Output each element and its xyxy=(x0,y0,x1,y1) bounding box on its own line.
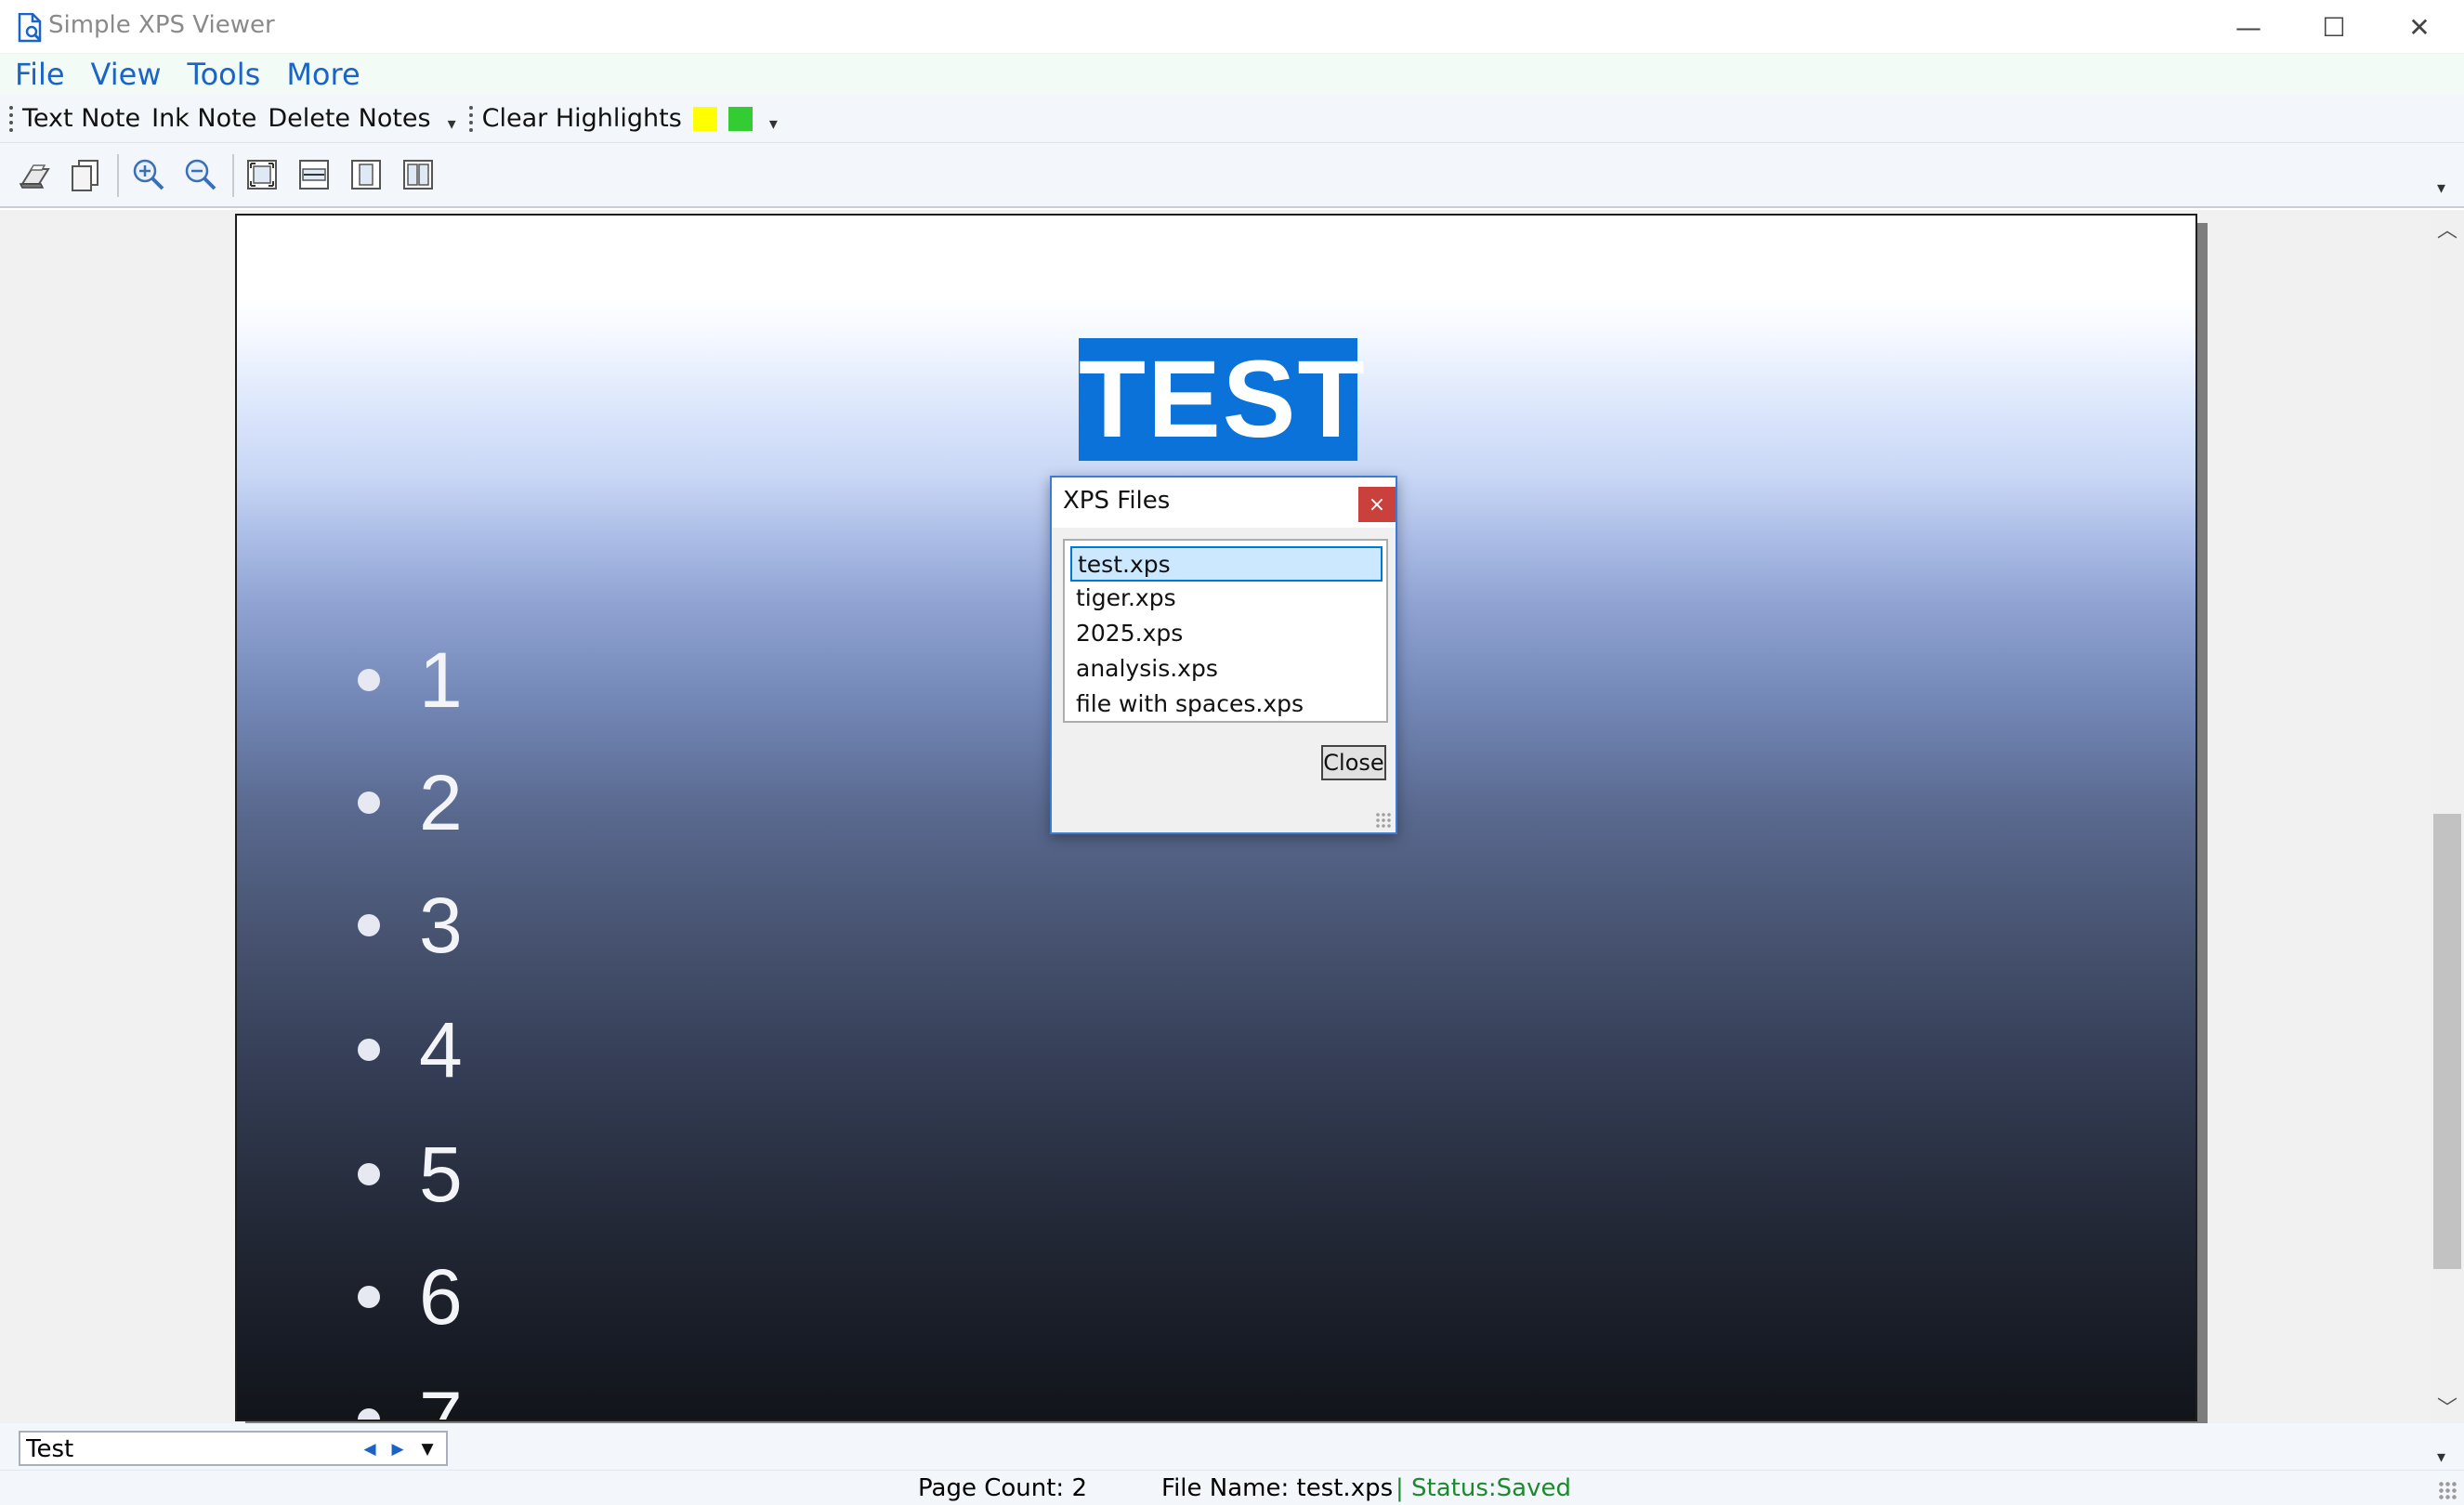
search-input[interactable] xyxy=(26,1434,360,1464)
file-list-item[interactable]: file with spaces.xps xyxy=(1070,687,1383,723)
file-list-item[interactable]: 2025.xps xyxy=(1070,617,1383,652)
bullet-icon xyxy=(358,669,380,691)
xps-files-dialog: XPS Files × test.xps tiger.xps 2025.xps … xyxy=(1050,476,1397,834)
status-bar: Page Count: 2 File Name: test.xps | Stat… xyxy=(0,1470,2464,1505)
bullet-text: 6 xyxy=(419,1252,463,1341)
file-list-item[interactable]: analysis.xps xyxy=(1070,652,1383,687)
view-toolbar: ▾ xyxy=(0,143,2464,208)
search-toolbar: ◀ ▶ ▼ ▾ xyxy=(0,1423,2464,1470)
toolbar-overflow-icon[interactable]: ▾ xyxy=(2437,1447,2445,1467)
resize-grip-icon[interactable] xyxy=(1375,812,1392,829)
print-icon[interactable] xyxy=(17,156,54,193)
text-note-button[interactable]: Text Note xyxy=(22,104,140,133)
yellow-highlight-button[interactable] xyxy=(692,106,717,131)
document-search-icon xyxy=(18,13,42,43)
bullet-item: 1 xyxy=(358,624,463,736)
green-highlight-button[interactable] xyxy=(727,106,753,131)
window-title: Simple XPS Viewer xyxy=(48,11,275,39)
bullet-item: 5 xyxy=(358,1119,463,1230)
bullet-item: 3 xyxy=(358,870,463,981)
file-list[interactable]: test.xps tiger.xps 2025.xps analysis.xps… xyxy=(1063,539,1388,723)
document-title: TEST xyxy=(1079,338,1367,461)
dialog-close-icon[interactable]: × xyxy=(1358,487,1396,522)
save-status: | Status:Saved xyxy=(1396,1474,1571,1502)
scroll-up-icon[interactable]: ︿ xyxy=(2431,214,2464,242)
scrollbar-thumb[interactable] xyxy=(2433,814,2461,1269)
scroll-down-icon[interactable]: ﹀ xyxy=(2431,1392,2464,1420)
menu-bar: File View Tools More xyxy=(0,54,2464,95)
bullet-text: 3 xyxy=(419,881,463,969)
bullet-item: 4 xyxy=(358,994,463,1106)
bullet-text: 2 xyxy=(419,758,463,846)
zoom-out-icon[interactable] xyxy=(182,156,219,193)
maximize-button[interactable]: ☐ xyxy=(2291,0,2377,54)
file-list-item[interactable]: tiger.xps xyxy=(1070,582,1383,617)
bullet-item: 2 xyxy=(358,747,463,858)
toolbar-overflow-icon[interactable]: ▾ xyxy=(448,114,456,134)
dialog-title: XPS Files xyxy=(1063,487,1171,515)
close-window-button[interactable]: ✕ xyxy=(2377,0,2462,54)
search-previous-icon[interactable]: ◀ xyxy=(357,1436,383,1462)
menu-file[interactable]: File xyxy=(15,57,65,92)
menu-more[interactable]: More xyxy=(286,57,360,92)
bullet-text: 1 xyxy=(419,635,463,724)
bullet-icon xyxy=(358,792,380,814)
bullet-item: 7 xyxy=(358,1364,463,1421)
title-bar: Simple XPS Viewer — ☐ ✕ xyxy=(0,0,2464,54)
bullet-icon xyxy=(358,1163,380,1185)
bullet-icon xyxy=(358,1408,380,1420)
clear-highlights-button[interactable]: Clear Highlights xyxy=(482,104,682,133)
fit-width-icon[interactable] xyxy=(295,156,333,193)
close-button[interactable]: Close xyxy=(1321,745,1386,780)
toolbar-overflow-icon[interactable]: ▾ xyxy=(769,114,778,134)
bullet-icon xyxy=(358,1039,380,1061)
ink-note-button[interactable]: Ink Note xyxy=(151,104,256,133)
toolbar-grip[interactable] xyxy=(468,105,473,132)
zoom-in-icon[interactable] xyxy=(130,156,167,193)
bullet-text: 7 xyxy=(419,1375,463,1421)
search-box: ◀ ▶ ▼ xyxy=(19,1431,448,1466)
single-page-icon[interactable] xyxy=(347,156,385,193)
resize-grip-icon[interactable] xyxy=(2438,1481,2458,1501)
minimize-button[interactable]: — xyxy=(2206,0,2291,54)
toolbar-grip[interactable] xyxy=(9,105,13,132)
bullet-text: 4 xyxy=(419,1005,463,1093)
bullet-icon xyxy=(358,1286,380,1308)
toolbar-separator xyxy=(232,154,234,197)
copy-icon[interactable] xyxy=(67,156,104,193)
bullet-text: 5 xyxy=(419,1130,463,1218)
bullet-icon xyxy=(358,914,380,936)
dialog-title-bar[interactable]: XPS Files × xyxy=(1052,478,1396,528)
annotation-toolbar: Text Note Ink Note Delete Notes ▾ Clear … xyxy=(0,95,2464,143)
two-page-icon[interactable] xyxy=(400,156,437,193)
fit-page-icon[interactable] xyxy=(243,156,281,193)
delete-notes-button[interactable]: Delete Notes xyxy=(268,104,430,133)
page-count: Page Count: 2 xyxy=(918,1474,1087,1502)
toolbar-overflow-icon[interactable]: ▾ xyxy=(2437,178,2445,198)
menu-view[interactable]: View xyxy=(91,57,162,92)
search-next-icon[interactable]: ▶ xyxy=(385,1436,411,1462)
vertical-scrollbar[interactable]: ︿ ﹀ xyxy=(2431,210,2464,1423)
bullet-item: 6 xyxy=(358,1241,463,1353)
file-name: File Name: test.xps xyxy=(1161,1474,1394,1502)
search-dropdown-icon[interactable]: ▼ xyxy=(414,1436,440,1462)
file-list-item[interactable]: test.xps xyxy=(1070,546,1383,582)
toolbar-separator xyxy=(117,154,119,197)
menu-tools[interactable]: Tools xyxy=(187,57,260,92)
